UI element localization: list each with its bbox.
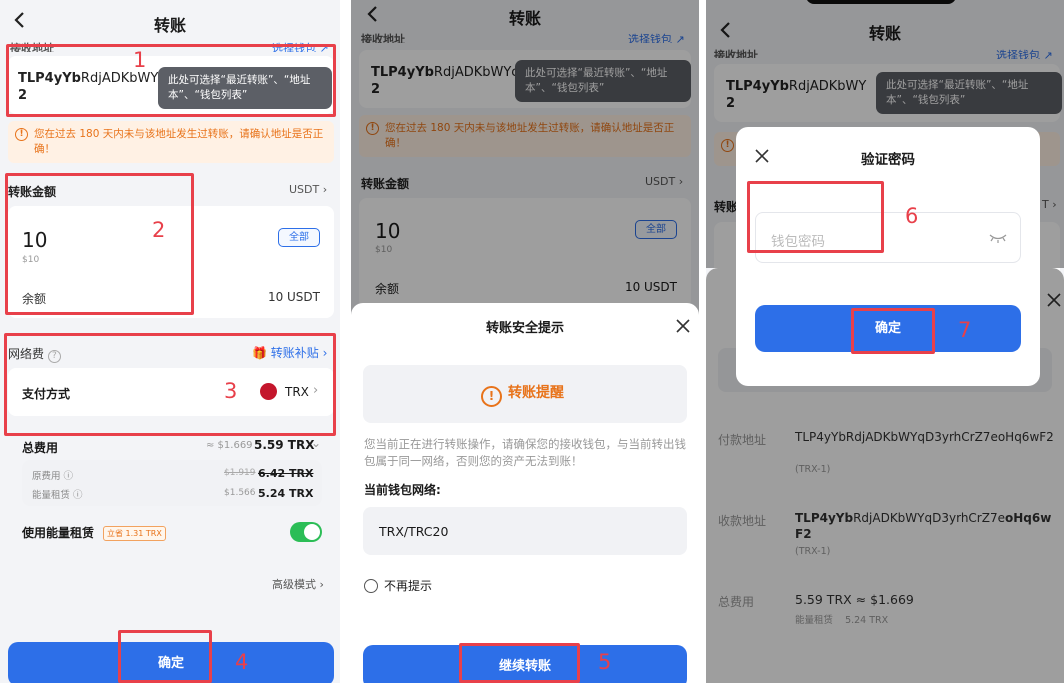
annotation-number-3: 3 — [224, 379, 238, 403]
tron-logo-icon — [260, 383, 277, 400]
total-fee-label: 总费用 — [22, 441, 59, 455]
all-button[interactable]: 全部 — [278, 228, 320, 247]
screen-verify-password: 转账 接收地址 选择钱包 ↗ TLP4yYbRdjADKbWY 2 此处可选择“最… — [706, 0, 1064, 683]
no-remind-checkbox[interactable]: 不再提示 — [364, 577, 432, 594]
reminder-title: ! 转账提醒 — [481, 382, 564, 407]
energy-fee-label: 能量租赁 ⓘ — [32, 490, 83, 501]
eye-closed-icon[interactable] — [989, 232, 1007, 244]
annotation-number-7: 7 — [958, 318, 972, 342]
continue-transfer-button[interactable]: 继续转账 — [363, 645, 687, 683]
amount-input[interactable]: 10 — [22, 228, 47, 252]
annotation-number-2: 2 — [152, 218, 166, 242]
header: 转账 — [0, 0, 340, 44]
amount-label: 转账金额 — [8, 185, 57, 199]
fee-breakdown: 原费用 ⓘ $1.919 6.42 TRX 能量租赁 ⓘ $1.566 5.24… — [22, 460, 322, 506]
subsidy-link[interactable]: 🎁 转账补贴 › — [252, 344, 327, 361]
reminder-text: 您当前正在进行转账操作，请确保您的接收钱包，与当前转出钱包属于同一网络，否则您的… — [364, 437, 686, 468]
reminder-card: ! 转账提醒 — [363, 365, 687, 423]
gift-icon: 🎁 — [252, 346, 267, 360]
warning-icon: ! — [15, 128, 28, 141]
dialog-title: 验证密码 — [861, 152, 915, 168]
screen-security-prompt: 转账 接收地址 选择钱包 ↗ TLP4yYbRdjADKbWYc 2 此处可选择“… — [351, 0, 699, 683]
sheet-title: 转账安全提示 — [485, 321, 564, 336]
address-warning: ! 您在过去 180 天内未与该地址发生过转账，请确认地址是否正确！ — [8, 121, 334, 163]
chevron-right-icon: › — [313, 383, 319, 398]
payment-method-row[interactable]: 支付方式 TRX › — [8, 368, 334, 416]
energy-fee-value: 5.24 TRX — [258, 487, 314, 500]
warning-circle-icon: ! — [481, 386, 502, 407]
confirm-password-button[interactable]: 确定 — [755, 305, 1021, 352]
confirm-button[interactable]: 确定 — [8, 642, 334, 683]
annotation-number-6: 6 — [905, 204, 919, 228]
total-fee-fiat: ≈ $1.669 — [206, 440, 253, 451]
security-sheet: 转账安全提示 ! 转账提醒 您当前正在进行转账操作，请确保您的接收钱包，与当前转出… — [351, 303, 699, 683]
energy-rental-toggle[interactable] — [290, 522, 322, 542]
close-icon[interactable] — [675, 318, 691, 334]
balance-value: 10 USDT — [267, 290, 320, 304]
pay-method-label: 支付方式 — [22, 387, 71, 401]
address-tooltip: 此处可选择“最近转账”、“地址本”、“钱包列表” — [158, 67, 332, 109]
network-value: TRX/TRC20 — [379, 524, 449, 539]
receive-address-label: 接收地址 — [10, 42, 54, 52]
amount-card: 10 $10 全部 余额 10 USDT — [8, 206, 334, 318]
balance-label: 余额 — [22, 292, 47, 306]
address-text: TLP4yYbRdjADKbWYc 2 — [18, 71, 166, 103]
advanced-mode-link[interactable]: 高级模式 › — [272, 576, 324, 592]
energy-fee-fiat: $1.566 — [224, 488, 256, 498]
network-value-box: TRX/TRC20 — [363, 507, 687, 555]
network-label: 当前钱包网络: — [364, 483, 441, 497]
network-fee-label: 网络费 ? — [8, 345, 61, 363]
choose-wallet-link[interactable]: 选择钱包 ↗ — [272, 40, 329, 52]
orig-fee-label: 原费用 ⓘ — [32, 471, 74, 482]
annotation-number-1: 1 — [133, 48, 147, 72]
radio-icon — [364, 579, 378, 593]
chevron-down-icon: ⌄ — [311, 436, 322, 450]
help-icon[interactable]: ? — [47, 350, 61, 363]
password-placeholder: 钱包密码 — [771, 234, 825, 250]
verify-password-dialog: 验证密码 钱包密码 确定 — [736, 127, 1040, 386]
orig-fee-fiat: $1.919 — [224, 468, 256, 478]
currency-selector[interactable]: USDT › — [289, 183, 327, 196]
page-title: 转账 — [153, 16, 186, 35]
use-energy-label: 使用能量租赁 — [22, 526, 95, 540]
annotation-number-5: 5 — [598, 650, 612, 674]
screen-transfer-form: 转账 接收地址 选择钱包 ↗ TLP4yYbRdjADKbWYc 2 此处可选择“… — [0, 0, 340, 683]
annotation-number-4: 4 — [235, 650, 249, 674]
save-badge: 立省 1.31 TRX — [103, 526, 166, 541]
total-fee-value[interactable]: 5.59 TRX — [254, 438, 314, 452]
pay-method-value: TRX — [285, 385, 309, 399]
amount-fiat: $10 — [22, 255, 40, 265]
orig-fee-value: 6.42 TRX — [258, 467, 314, 480]
password-input[interactable]: 钱包密码 — [755, 212, 1021, 263]
